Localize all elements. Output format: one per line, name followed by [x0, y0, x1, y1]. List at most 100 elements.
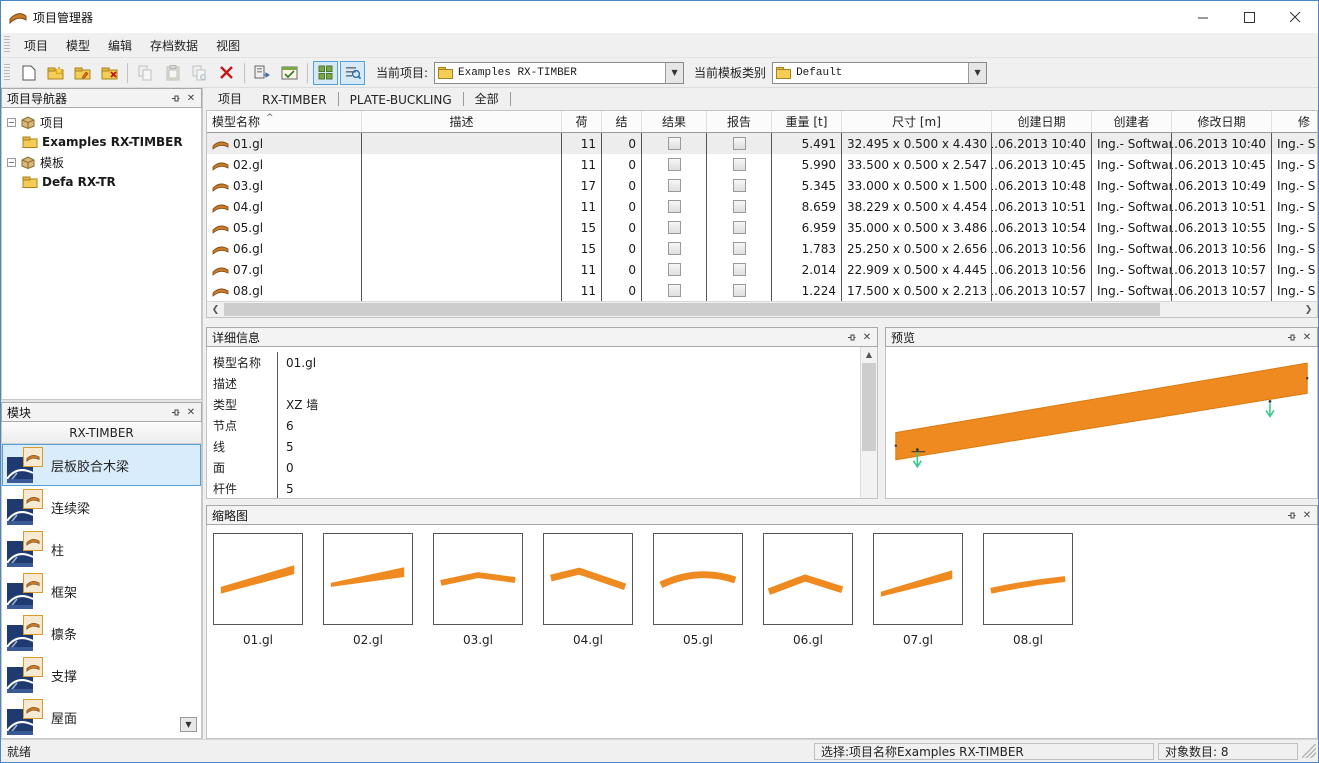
column-header-荷[interactable]: 荷 — [562, 111, 602, 132]
tree-node-Examples RX-TIMBER[interactable]: Examples RX-TIMBER — [4, 132, 199, 152]
column-header-重量 [t][interactable]: 重量 [t] — [772, 111, 842, 132]
close-button[interactable] — [1272, 1, 1318, 33]
panel-splitter[interactable] — [878, 327, 885, 499]
column-header-模型名称[interactable]: 模型名称^ — [207, 111, 362, 132]
table-row-04.gl[interactable]: 04.gl1108.65938.229 x 0.500 x 4.4541.06.… — [207, 196, 1317, 217]
module-group-header[interactable]: RX-TIMBER — [2, 422, 201, 444]
results-checkbox[interactable] — [668, 263, 681, 276]
copy-to-project-button[interactable] — [250, 61, 275, 85]
dropdown-arrow-icon[interactable]: ▼ — [665, 63, 683, 83]
thumbnail-07.gl[interactable]: 07.gl — [873, 533, 963, 647]
tab-全部[interactable]: 全部 — [465, 88, 509, 110]
menu-item-视图[interactable]: 视图 — [207, 34, 249, 57]
minimize-button[interactable] — [1180, 1, 1226, 33]
module-item-柱[interactable]: 柱 — [2, 528, 201, 570]
scroll-up-arrow[interactable]: ▲ — [861, 347, 877, 362]
scroll-right-arrow[interactable]: ❯ — [1300, 302, 1317, 317]
results-checkbox[interactable] — [668, 158, 681, 171]
report-checkbox[interactable] — [733, 137, 746, 150]
menu-item-项目[interactable]: 项目 — [15, 34, 57, 57]
tab-PLATE-BUCKLING[interactable]: PLATE-BUCKLING — [340, 90, 462, 110]
tree-node-Defa RX-TR[interactable]: Defa RX-TR — [4, 172, 199, 192]
copy-button[interactable] — [133, 61, 158, 85]
thumbnail-04.gl[interactable]: 04.gl — [543, 533, 633, 647]
edit-project-button[interactable] — [70, 61, 95, 85]
pin-icon[interactable] — [167, 91, 183, 106]
thumbnail-03.gl[interactable]: 03.gl — [433, 533, 523, 647]
column-header-创建者[interactable]: 创建者 — [1092, 111, 1172, 132]
tab-项目[interactable]: 项目 — [208, 88, 252, 110]
tree-node-项目[interactable]: −项目 — [4, 112, 199, 132]
thumbnail-01.gl[interactable]: 01.gl — [213, 533, 303, 647]
column-header-尺寸 [m][interactable]: 尺寸 [m] — [842, 111, 992, 132]
column-header-修改日期[interactable]: 修改日期 — [1172, 111, 1272, 132]
report-checkbox[interactable] — [733, 179, 746, 192]
results-checkbox[interactable] — [668, 200, 681, 213]
thumbnail-05.gl[interactable]: 05.gl — [653, 533, 743, 647]
results-checkbox[interactable] — [668, 242, 681, 255]
scrollbar-thumb[interactable] — [862, 363, 876, 451]
maximize-button[interactable] — [1226, 1, 1272, 33]
modules-scroll-down-button[interactable]: ▼ — [180, 717, 197, 732]
archive-button[interactable] — [277, 61, 302, 85]
delete-project-button[interactable] — [97, 61, 122, 85]
results-checkbox[interactable] — [668, 284, 681, 297]
module-item-层板胶合木梁[interactable]: 层板胶合木梁 — [2, 444, 201, 486]
tab-RX-TIMBER[interactable]: RX-TIMBER — [252, 90, 337, 110]
paste-button[interactable] — [160, 61, 185, 85]
tree-expander-icon[interactable]: − — [7, 118, 16, 127]
column-header-修[interactable]: 修 — [1272, 111, 1318, 132]
delete-button[interactable] — [214, 61, 239, 85]
report-checkbox[interactable] — [733, 200, 746, 213]
report-checkbox[interactable] — [733, 158, 746, 171]
close-icon[interactable]: ✕ — [859, 330, 875, 345]
close-icon[interactable]: ✕ — [183, 405, 199, 420]
thumbnail-06.gl[interactable]: 06.gl — [763, 533, 853, 647]
report-checkbox[interactable] — [733, 263, 746, 276]
results-checkbox[interactable] — [668, 179, 681, 192]
pin-icon[interactable] — [1283, 508, 1299, 523]
results-checkbox[interactable] — [668, 137, 681, 150]
column-header-结果[interactable]: 结果 — [642, 111, 707, 132]
pin-icon[interactable] — [1283, 330, 1299, 345]
table-row-07.gl[interactable]: 07.gl1102.01422.909 x 0.500 x 4.4451.06.… — [207, 259, 1317, 280]
module-item-框架[interactable]: 框架 — [2, 570, 201, 612]
new-model-button[interactable] — [16, 61, 41, 85]
column-header-报告[interactable]: 报告 — [707, 111, 772, 132]
table-row-02.gl[interactable]: 02.gl1105.99033.500 x 0.500 x 2.5471.06.… — [207, 154, 1317, 175]
resize-grip[interactable] — [1302, 744, 1316, 758]
table-row-06.gl[interactable]: 06.gl1501.78325.250 x 0.500 x 2.6561.06.… — [207, 238, 1317, 259]
report-checkbox[interactable] — [733, 242, 746, 255]
module-item-连续梁[interactable]: 连续梁 — [2, 486, 201, 528]
scroll-left-arrow[interactable]: ❮ — [207, 302, 224, 317]
pin-icon[interactable] — [167, 405, 183, 420]
table-row-05.gl[interactable]: 05.gl1506.95935.000 x 0.500 x 3.4861.06.… — [207, 217, 1317, 238]
details-vertical-scrollbar[interactable]: ▲ — [860, 347, 877, 498]
scrollbar-thumb[interactable] — [224, 303, 1160, 316]
tree-expander-icon[interactable]: − — [7, 158, 16, 167]
current-project-dropdown[interactable]: Examples RX-TIMBER ▼ — [434, 62, 684, 84]
report-checkbox[interactable] — [733, 221, 746, 234]
pin-icon[interactable] — [843, 330, 859, 345]
table-row-03.gl[interactable]: 03.gl1705.34533.000 x 0.500 x 1.5001.06.… — [207, 175, 1317, 196]
module-item-屋面[interactable]: 屋面 — [2, 696, 201, 738]
menu-item-编辑[interactable]: 编辑 — [99, 34, 141, 57]
column-header-描述[interactable]: 描述 — [362, 111, 562, 132]
new-project-button[interactable] — [43, 61, 68, 85]
close-icon[interactable]: ✕ — [1299, 330, 1315, 345]
table-horizontal-scrollbar[interactable]: ❮ ❯ — [206, 301, 1318, 318]
thumbnail-08.gl[interactable]: 08.gl — [983, 533, 1073, 647]
close-icon[interactable]: ✕ — [183, 91, 199, 106]
table-row-01.gl[interactable]: 01.gl1105.49132.495 x 0.500 x 4.4301.06.… — [207, 133, 1317, 154]
tree-node-模板[interactable]: −模板 — [4, 152, 199, 172]
detail-view-toggle[interactable] — [340, 61, 365, 85]
column-header-结[interactable]: 结 — [602, 111, 642, 132]
column-header-创建日期[interactable]: 创建日期 — [992, 111, 1092, 132]
module-item-支撑[interactable]: 支撑 — [2, 654, 201, 696]
report-checkbox[interactable] — [733, 284, 746, 297]
module-item-檩条[interactable]: 檩条 — [2, 612, 201, 654]
menu-item-存档数据[interactable]: 存档数据 — [141, 34, 207, 57]
thumbnail-view-toggle[interactable] — [313, 61, 338, 85]
table-row-08.gl[interactable]: 08.gl1101.22417.500 x 0.500 x 2.2131.06.… — [207, 280, 1317, 301]
close-icon[interactable]: ✕ — [1299, 508, 1315, 523]
